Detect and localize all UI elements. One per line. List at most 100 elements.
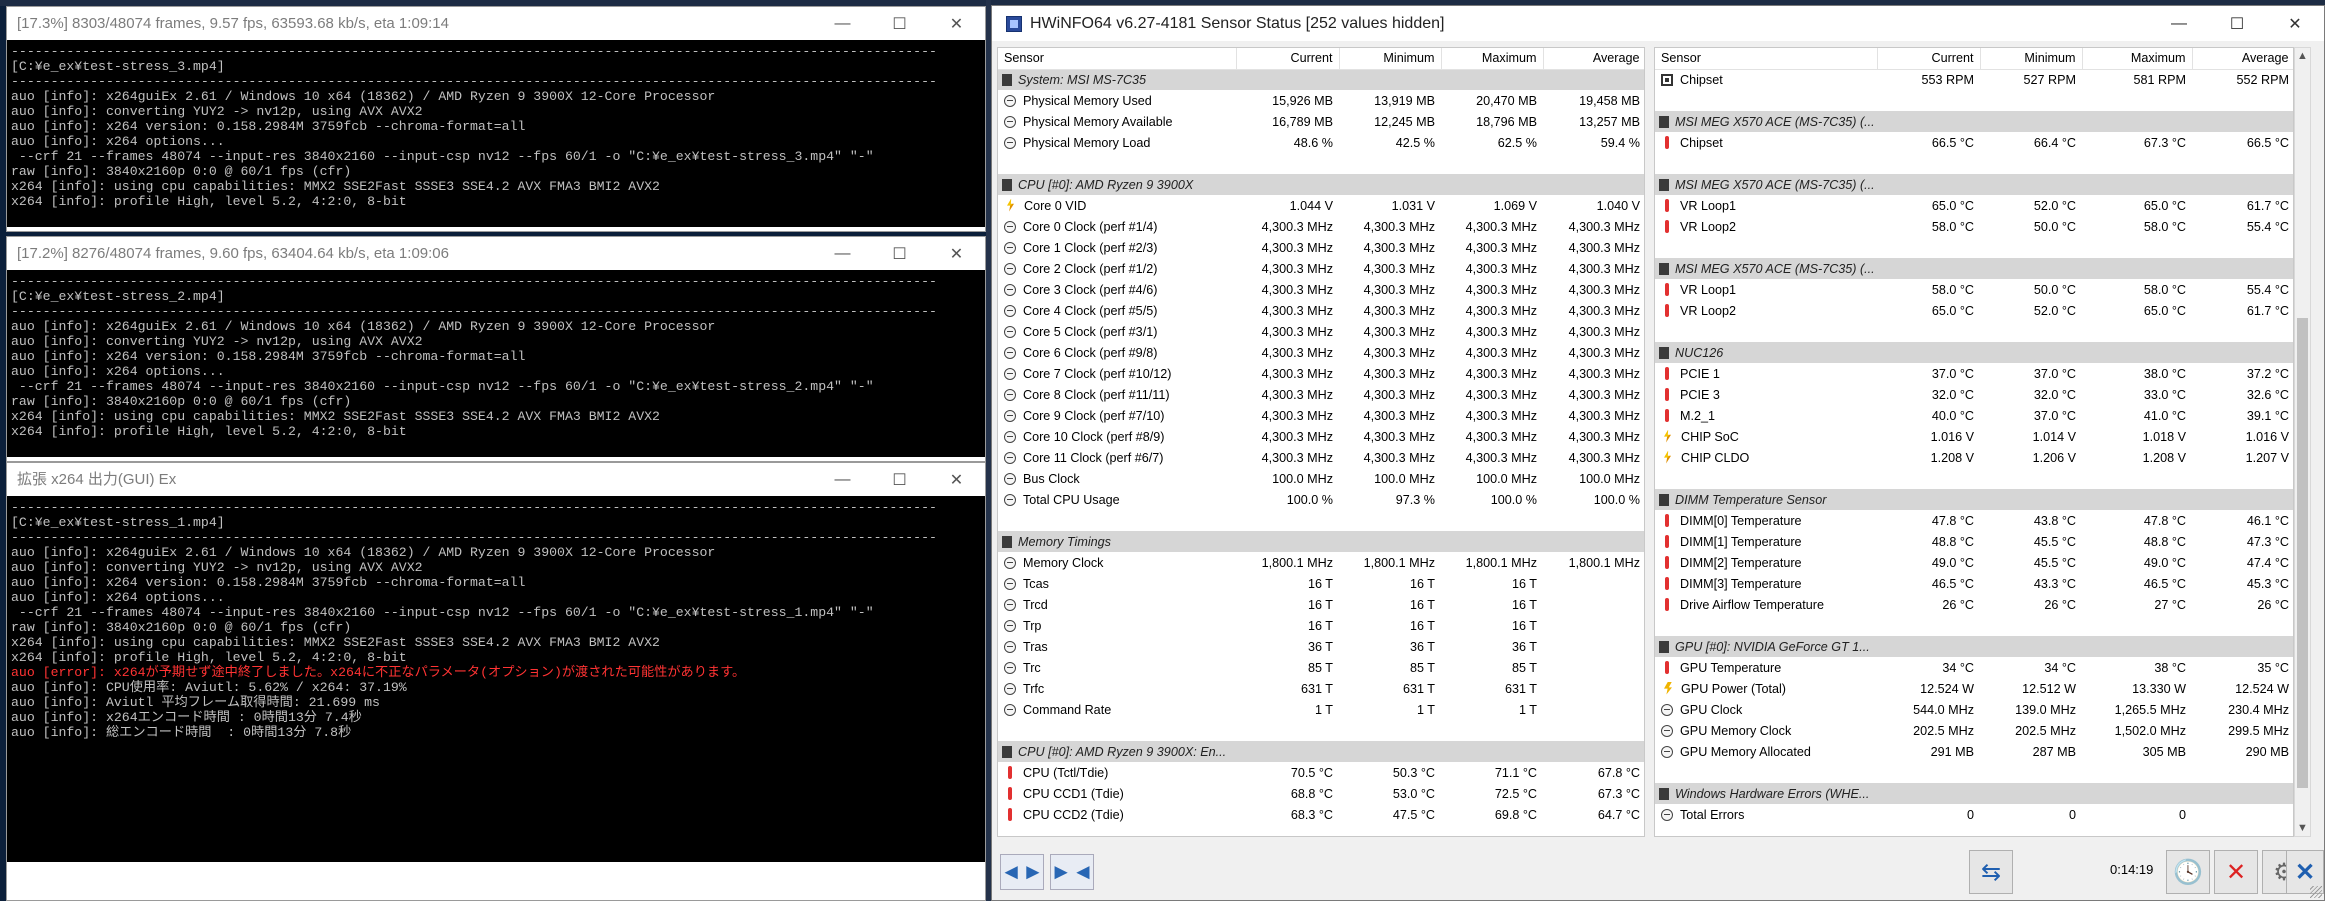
column-header-average[interactable]: Average (1543, 48, 1644, 70)
sensor-row[interactable]: Core 11 Clock (perf #6/7) 4,300.3 MHz 4,30… (998, 447, 1644, 468)
close-button[interactable]: ✕ (2266, 6, 2324, 41)
sensor-row[interactable]: Trc 85 T 85 T 85 T (998, 657, 1644, 678)
sensor-row[interactable]: PCIE 1 37.0 °C 37.0 °C 38.0 °C 37.2 °C (1655, 363, 2293, 384)
sensor-row[interactable]: Command Rate 1 T 1 T 1 T (998, 699, 1644, 720)
sensor-row[interactable]: GPU Memory Clock 202.5 MHz 202.5 MHz 1,502.… (1655, 720, 2293, 741)
sensor-group-header[interactable]: Windows Hardware Errors (WHE... (1655, 783, 2293, 804)
sensor-group-header[interactable]: DIMM Temperature Sensor (1655, 489, 2293, 510)
sensor-row[interactable]: Total CPU Usage 100.0 % 97.3 % 100.0 % 100.0… (998, 489, 1644, 510)
reset-icon[interactable]: ✕ (2214, 850, 2258, 894)
sensor-row[interactable]: M.2_1 40.0 °C 37.0 °C 41.0 °C 39.1 °C (1655, 405, 2293, 426)
sensor-row[interactable]: GPU Power (Total) 12.524 W 12.512 W 13.330 … (1655, 678, 2293, 699)
console-window-1[interactable]: [17.3%] 8303/48074 frames, 9.57 fps, 635… (6, 6, 986, 232)
minimize-button[interactable]: — (814, 237, 871, 270)
sensor-row[interactable]: Trfc 631 T 631 T 631 T (998, 678, 1644, 699)
sensor-row[interactable]: Bus Clock 100.0 MHz 100.0 MHz 100.0 MHz 100.… (998, 468, 1644, 489)
sensor-row[interactable]: DIMM[1] Temperature 48.8 °C 45.5 °C 48.8 °C… (1655, 531, 2293, 552)
vertical-scrollbar[interactable]: ▲ ▼ (2294, 47, 2311, 837)
sensor-pane-right[interactable]: Sensor Current Minimum Maximum Average C… (1654, 47, 2294, 837)
sensor-row[interactable]: CPU CCD2 (Tdie) 68.3 °C 47.5 °C 69.8 °C 64.7… (998, 804, 1644, 825)
sensor-row[interactable]: Core 3 Clock (perf #4/6) 4,300.3 MHz 4,300… (998, 279, 1644, 300)
clock-icon[interactable]: 🕓 (2166, 850, 2210, 894)
sensor-row[interactable]: Trp 16 T 16 T 16 T (998, 615, 1644, 636)
column-header-maximum[interactable]: Maximum (1441, 48, 1544, 70)
sensor-row[interactable]: VR Loop1 58.0 °C 50.0 °C 58.0 °C 55.4 °C (1655, 279, 2293, 300)
sensor-row[interactable]: DIMM[3] Temperature 46.5 °C 43.3 °C 46.5 °C… (1655, 573, 2293, 594)
sensor-row[interactable]: Core 6 Clock (perf #9/8) 4,300.3 MHz 4,300… (998, 342, 1644, 363)
column-header-current[interactable]: Current (1236, 48, 1340, 70)
sensor-row[interactable]: VR Loop1 65.0 °C 52.0 °C 65.0 °C 61.7 °C (1655, 195, 2293, 216)
sensor-row[interactable]: Core 7 Clock (perf #10/12) 4,300.3 MHz 4,3… (998, 363, 1644, 384)
scroll-up-icon[interactable]: ▲ (2297, 50, 2308, 62)
minimize-button[interactable]: — (2150, 6, 2208, 41)
minimize-button[interactable]: — (814, 463, 871, 496)
sensor-group-header[interactable]: NUC126 (1655, 342, 2293, 363)
sensor-row[interactable]: Memory Clock 1,800.1 MHz 1,800.1 MHz 1,800.… (998, 552, 1644, 573)
sensor-row[interactable]: GPU Memory Allocated 291 MB 287 MB 305 MB 29… (1655, 741, 2293, 762)
sensor-row[interactable]: CPU CCD1 (Tdie) 68.8 °C 53.0 °C 72.5 °C 67.3… (998, 783, 1644, 804)
sensor-row[interactable]: Physical Memory Available 16,789 MB 12,245… (998, 111, 1644, 132)
sensor-group-header[interactable]: MSI MEG X570 ACE (MS-7C35) (... (1655, 174, 2293, 195)
sensor-row[interactable]: CHIP CLDO 1.208 V 1.206 V 1.208 V 1.207 V (1655, 447, 2293, 468)
sensor-row[interactable]: VR Loop2 65.0 °C 52.0 °C 65.0 °C 61.7 °C (1655, 300, 2293, 321)
sensor-row[interactable]: Core 1 Clock (perf #2/3) 4,300.3 MHz 4,300… (998, 237, 1644, 258)
sensor-pane-left[interactable]: Sensor Current Minimum Maximum Average S… (997, 47, 1645, 837)
maximize-button[interactable]: ☐ (871, 463, 928, 496)
sensor-group-header[interactable]: MSI MEG X570 ACE (MS-7C35) (... (1655, 258, 2293, 279)
sensor-row[interactable]: CPU (Tctl/Tdie) 70.5 °C 50.3 °C 71.1 °C 67.8… (998, 762, 1644, 783)
sensor-group-header[interactable]: System: MSI MS-7C35 (998, 69, 1644, 90)
sensor-group-header[interactable]: CPU [#0]: AMD Ryzen 9 3900X (998, 174, 1644, 195)
close-button[interactable]: ✕ (928, 463, 985, 496)
maximize-button[interactable]: ☐ (871, 7, 928, 40)
column-header-average[interactable]: Average (2192, 48, 2293, 70)
hwinfo-window[interactable]: HWiNFO64 v6.27-4181 Sensor Status [252 v… (991, 5, 2325, 901)
sensor-row[interactable]: CHIP SoC 1.016 V 1.014 V 1.018 V 1.016 V (1655, 426, 2293, 447)
sensor-row[interactable]: Chipset 66.5 °C 66.4 °C 67.3 °C 66.5 °C (1655, 132, 2293, 153)
console-window-2[interactable]: [17.2%] 8276/48074 frames, 9.60 fps, 634… (6, 236, 986, 462)
scrollbar-thumb[interactable] (2297, 318, 2308, 788)
console-output[interactable]: ----------------------------------------… (7, 496, 985, 862)
sensor-row[interactable]: VR Loop2 58.0 °C 50.0 °C 58.0 °C 55.4 °C (1655, 216, 2293, 237)
sensor-row[interactable]: Core 8 Clock (perf #11/11) 4,300.3 MHz 4,3… (998, 384, 1644, 405)
close-button[interactable]: ✕ (928, 237, 985, 270)
sensor-group-header[interactable]: CPU [#0]: AMD Ryzen 9 3900X: En... (998, 741, 1644, 762)
sensor-row[interactable]: Tras 36 T 36 T 36 T (998, 636, 1644, 657)
sensor-group-header[interactable]: GPU [#0]: NVIDIA GeForce GT 1... (1655, 636, 2293, 657)
resize-grip[interactable] (2310, 886, 2322, 898)
scroll-down-icon[interactable]: ▼ (2297, 822, 2308, 834)
close-button[interactable]: ✕ (928, 7, 985, 40)
console-output[interactable]: ----------------------------------------… (7, 270, 985, 457)
sensor-row[interactable]: PCIE 3 32.0 °C 32.0 °C 33.0 °C 32.6 °C (1655, 384, 2293, 405)
sensor-row[interactable]: Chipset 553 RPM 527 RPM 581 RPM 552 RPM (1655, 69, 2293, 90)
sensor-group-header[interactable]: MSI MEG X570 ACE (MS-7C35) (... (1655, 111, 2293, 132)
network-icon[interactable]: ⇆ (1969, 850, 2013, 894)
sensor-row[interactable]: Tcas 16 T 16 T 16 T (998, 573, 1644, 594)
sensor-row[interactable]: Core 10 Clock (perf #8/9) 4,300.3 MHz 4,30… (998, 426, 1644, 447)
maximize-button[interactable]: ☐ (2208, 6, 2266, 41)
sensor-row[interactable]: GPU Clock 544.0 MHz 139.0 MHz 1,265.5 MHz 23… (1655, 699, 2293, 720)
minimize-button[interactable]: — (814, 7, 871, 40)
sensor-group-header[interactable]: Memory Timings (998, 531, 1644, 552)
sensor-row[interactable]: Core 9 Clock (perf #7/10) 4,300.3 MHz 4,30… (998, 405, 1644, 426)
expand-left-button[interactable]: ◄► (1000, 854, 1044, 890)
column-header-sensor[interactable]: Sensor (998, 48, 1237, 70)
sensor-row[interactable]: Core 4 Clock (perf #5/5) 4,300.3 MHz 4,300… (998, 300, 1644, 321)
sensor-row[interactable]: GPU Temperature 34 °C 34 °C 38 °C 35 °C (1655, 657, 2293, 678)
sensor-row[interactable]: Trcd 16 T 16 T 16 T (998, 594, 1644, 615)
sensor-row[interactable]: Core 5 Clock (perf #3/1) 4,300.3 MHz 4,300… (998, 321, 1644, 342)
sensor-row[interactable]: Core 2 Clock (perf #1/2) 4,300.3 MHz 4,300… (998, 258, 1644, 279)
sensor-row[interactable]: Physical Memory Used 15,926 MB 13,919 MB 20… (998, 90, 1644, 111)
sensor-row[interactable]: DIMM[2] Temperature 49.0 °C 45.5 °C 49.0 °C… (1655, 552, 2293, 573)
column-header-maximum[interactable]: Maximum (2082, 48, 2193, 70)
sensor-row[interactable]: DIMM[0] Temperature 47.8 °C 43.8 °C 47.8 °C… (1655, 510, 2293, 531)
column-header-sensor[interactable]: Sensor (1655, 48, 1878, 70)
sensor-row[interactable]: Drive Airflow Temperature 26 °C 26 °C 27 °C… (1655, 594, 2293, 615)
collapse-right-button[interactable]: ►◄ (1050, 854, 1094, 890)
console-output[interactable]: ----------------------------------------… (7, 40, 985, 227)
sensor-row[interactable]: Core 0 Clock (perf #1/4) 4,300.3 MHz 4,300… (998, 216, 1644, 237)
column-header-current[interactable]: Current (1877, 48, 1981, 70)
sensor-row[interactable]: Physical Memory Load 48.6 % 42.5 % 62.5 % 59… (998, 132, 1644, 153)
column-header-minimum[interactable]: Minimum (1339, 48, 1442, 70)
sensor-row[interactable]: Total Errors 0 0 0 (1655, 804, 2293, 825)
column-header-minimum[interactable]: Minimum (1980, 48, 2083, 70)
